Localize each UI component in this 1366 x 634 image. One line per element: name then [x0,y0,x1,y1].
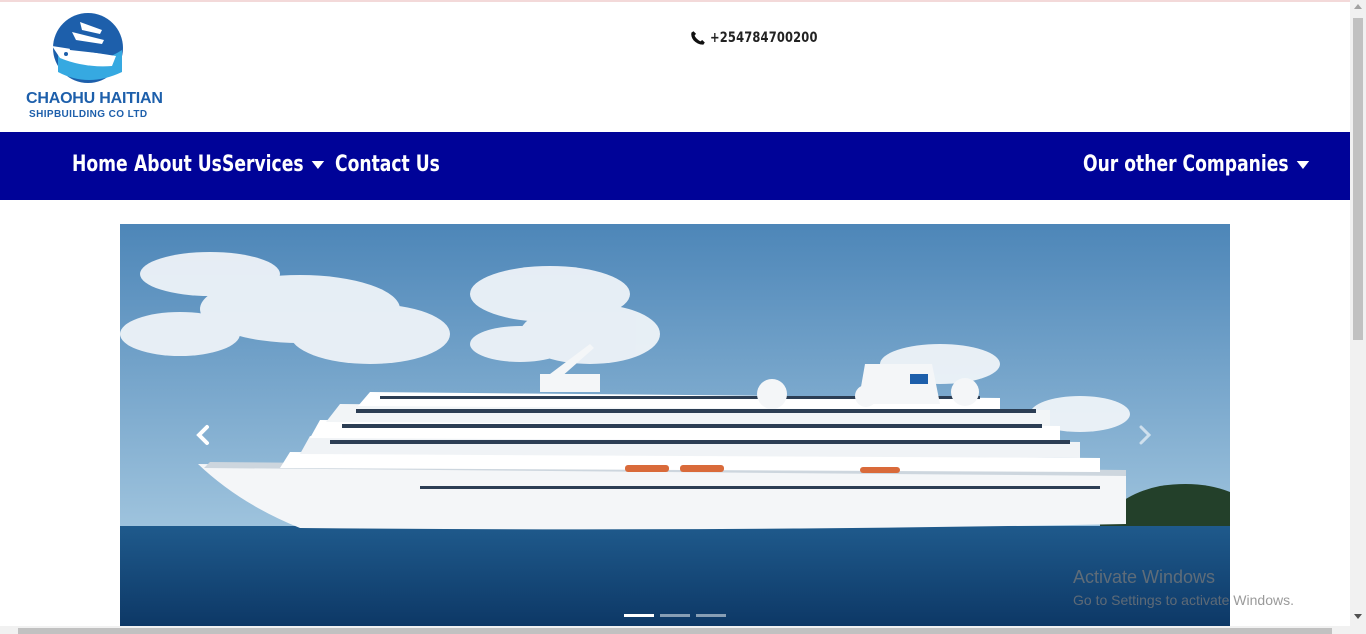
watermark-subtitle: Go to Settings to activate Windows. [1073,592,1294,608]
ship-logo-icon [52,13,123,83]
watermark-title: Activate Windows [1073,567,1216,587]
scroll-up-icon[interactable] [1354,4,1362,9]
chevron-right-icon [1139,425,1152,445]
phone-icon [691,31,705,45]
nav-about-us-label: About Us [134,152,222,177]
carousel-indicator[interactable] [660,614,690,617]
phone-number: +254784700200 [710,30,818,46]
scrollbar-thumb[interactable] [18,628,1332,634]
chevron-left-icon [196,425,209,445]
nav-home[interactable]: Home [72,152,128,177]
main-navbar: Home About Us Services Contact Us Our ot… [0,132,1350,200]
nav-services[interactable]: Services [222,152,324,177]
hero-carousel [120,224,1230,626]
cruise-ship-image [120,224,1230,626]
carousel-indicator[interactable] [624,614,654,617]
activate-windows-watermark: Activate Windows Go to Settings to activ… [1073,567,1294,608]
nav-services-label: Services [222,152,304,177]
scrollbar-thumb[interactable] [1353,18,1363,340]
logo-subtitle: SHIPBUILDING CO LTD [29,109,148,120]
caret-down-icon [311,160,324,169]
nav-about-us[interactable]: About Us [134,152,222,177]
carousel-next-button[interactable] [1130,420,1160,450]
caret-down-icon [1296,160,1309,169]
carousel-indicators [624,614,726,617]
phone-contact[interactable]: +254784700200 [690,30,841,46]
nav-contact-us[interactable]: Contact Us [335,152,440,177]
scroll-down-icon[interactable] [1354,614,1362,619]
logo-name: CHAOHU HAITIAN [26,90,163,107]
nav-other-companies-label: Our other Companies [1083,152,1289,177]
nav-home-label: Home [72,152,128,177]
company-logo[interactable]: CHAOHU HAITIAN SHIPBUILDING CO LTD [24,12,164,124]
carousel-indicator[interactable] [696,614,726,617]
vertical-scrollbar[interactable] [1350,0,1366,634]
nav-contact-us-label: Contact Us [335,152,440,177]
site-header: CHAOHU HAITIAN SHIPBUILDING CO LTD +2547… [0,2,1350,132]
carousel-prev-button[interactable] [188,420,218,450]
horizontal-scrollbar[interactable] [0,626,1350,634]
nav-other-companies[interactable]: Our other Companies [1083,152,1309,177]
